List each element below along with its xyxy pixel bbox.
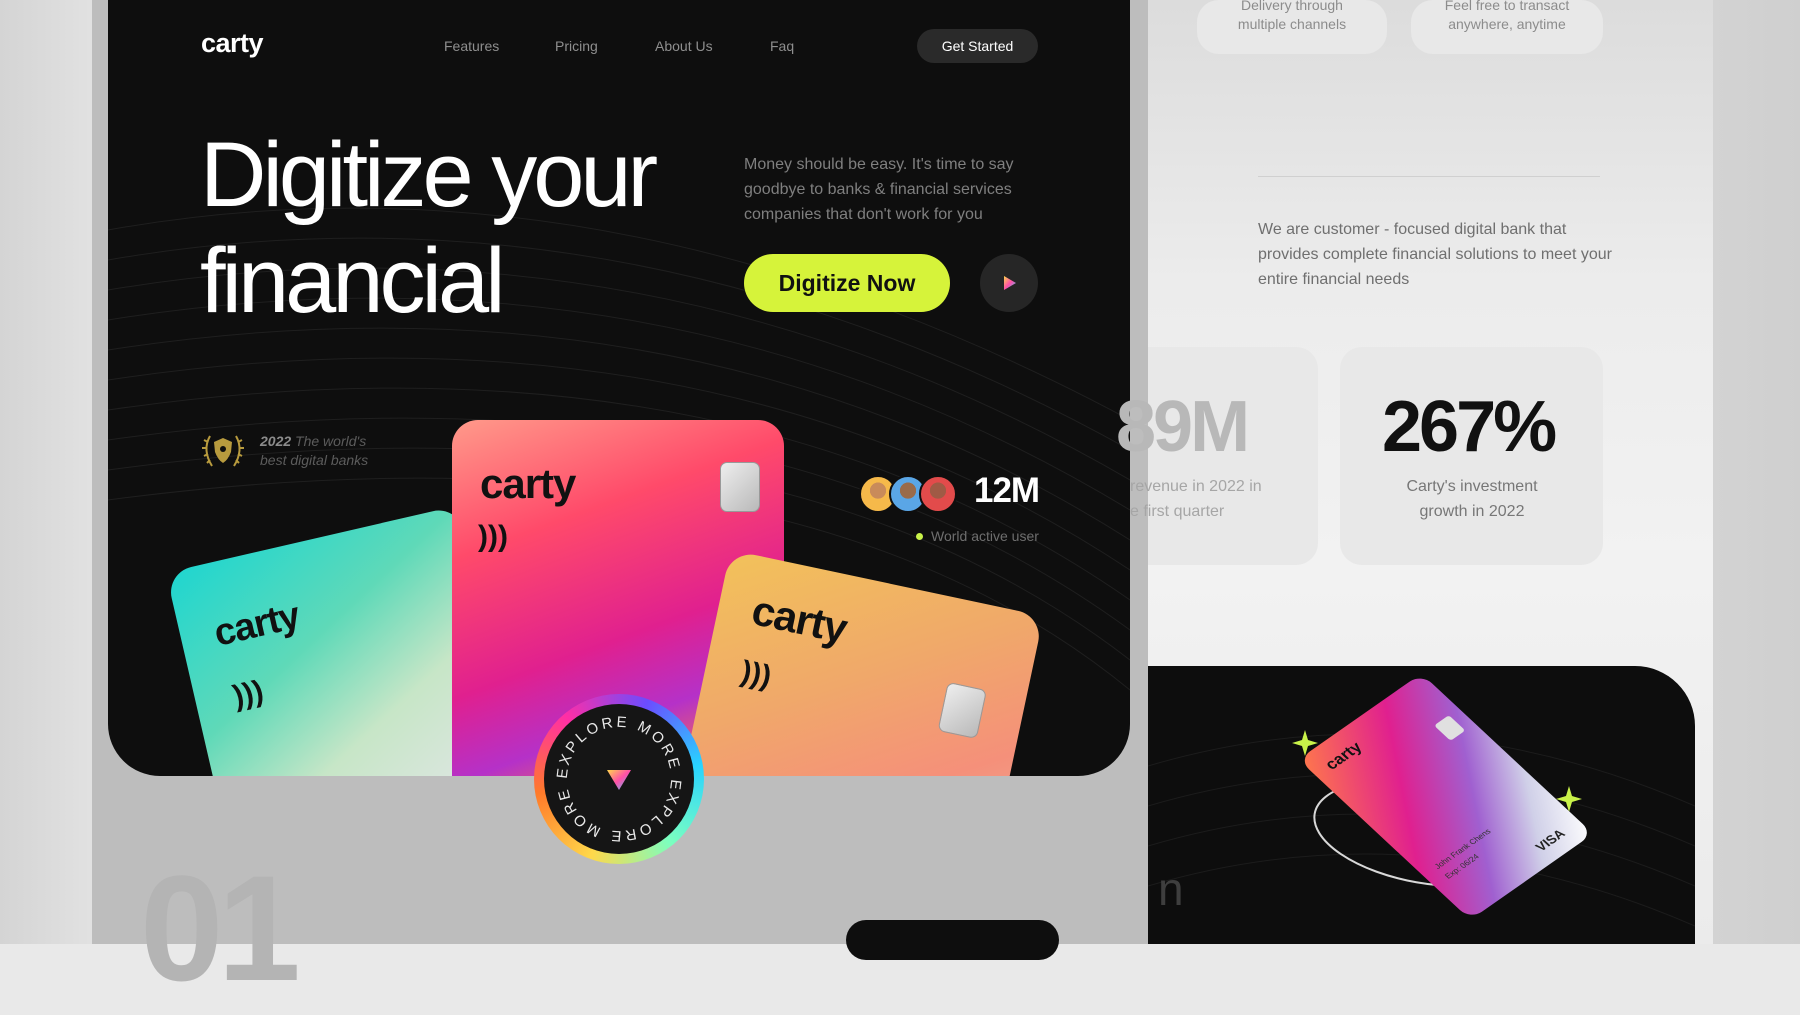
nfc-icon: ))) — [229, 674, 267, 714]
card-logo: carty — [480, 460, 576, 507]
hero-section: carty Features Pricing About Us Faq Get … — [108, 0, 1130, 776]
nav-faq[interactable]: Faq — [770, 38, 794, 54]
feature-tile-channels-text: Delivery through multiple channels — [1237, 0, 1347, 32]
diamond-icon — [607, 770, 631, 790]
award-text-1: The world's — [295, 433, 367, 449]
award-year: 2022 — [260, 433, 292, 449]
headline-line-2: financial — [200, 230, 506, 332]
award-text-2: best digital banks — [260, 452, 369, 468]
status-dot — [916, 532, 923, 540]
stat-revenue-label-line2: e first quarter — [1130, 503, 1225, 520]
card-chip-icon — [720, 462, 760, 512]
avatar — [919, 475, 957, 513]
play-video-button[interactable] — [980, 254, 1038, 312]
user-avatars — [859, 475, 957, 513]
card-showcase-art: carty John Frank Chens Exp: 06/24 VISA — [1148, 678, 1695, 927]
play-icon — [1004, 276, 1016, 290]
divider — [1258, 176, 1600, 177]
card-logo: carty — [210, 594, 304, 655]
digitize-now-button[interactable]: Digitize Now — [744, 254, 950, 312]
explore-more-badge: EXPLORE MORE EXPLORE MORE — [544, 704, 694, 854]
hero-subtext: Money should be easy. It's time to say g… — [744, 156, 1014, 223]
svg-text:EXPLORE MORE: EXPLORE MORE — [554, 714, 684, 780]
stat-growth-label: Carty's investment growth in 2022 — [1380, 474, 1564, 524]
headline-line-1: Digitize your — [200, 124, 658, 226]
nav-features[interactable]: Features — [444, 38, 499, 54]
stat-growth-value: 267% — [1382, 387, 1557, 467]
card-logo: carty — [747, 586, 851, 653]
explore-more-ring: EXPLORE MORE EXPLORE MORE — [554, 714, 684, 845]
nfc-icon: ))) — [738, 655, 775, 694]
active-users-label-text: World active user — [931, 528, 1039, 544]
showcase-card: carty John Frank Chens Exp: 06/24 VISA — [1304, 678, 1587, 915]
nfc-icon: ))) — [478, 520, 508, 553]
about-text: We are customer - focused digital bank t… — [1258, 221, 1612, 288]
award-text: 2022 The world's best digital banks — [260, 432, 368, 470]
stat-revenue-label-line1: revenue in 2022 in — [1130, 478, 1262, 495]
nav-about-us[interactable]: About Us — [655, 38, 713, 54]
award-badge: 2022 The world's best digital banks — [200, 428, 368, 474]
card-showcase-panel: carty John Frank Chens Exp: 06/24 VISA — [1148, 666, 1695, 944]
feature-tile-transact-text: Feel free to transact anywhere, anytime — [1444, 0, 1570, 32]
nav-pricing[interactable]: Pricing — [555, 38, 598, 54]
stat-growth-label-line2: growth in 2022 — [1419, 503, 1525, 520]
explore-more-button[interactable]: EXPLORE MORE EXPLORE MORE — [534, 694, 704, 864]
bottom-dark-button[interactable] — [846, 920, 1059, 960]
get-started-button[interactable]: Get Started — [917, 29, 1038, 63]
ghost-text: n — [1158, 863, 1184, 915]
active-users-count: 12M — [974, 471, 1040, 510]
stat-revenue-value: 89M — [1116, 387, 1250, 467]
stat-growth-label-line1: Carty's investment — [1406, 478, 1538, 495]
hero-headline: Digitize your financial — [200, 122, 720, 334]
stat-revenue-label: revenue in 2022 in e first quarter — [1130, 474, 1262, 524]
laurel-shield-icon — [202, 435, 244, 467]
card-chip-icon — [937, 681, 988, 740]
explore-more-text: EXPLORE MORE — [554, 714, 681, 780]
active-users-label: World active user — [916, 528, 1039, 544]
ghost-section-number: 01 — [140, 844, 301, 1012]
brand-logo[interactable]: carty — [201, 28, 264, 59]
